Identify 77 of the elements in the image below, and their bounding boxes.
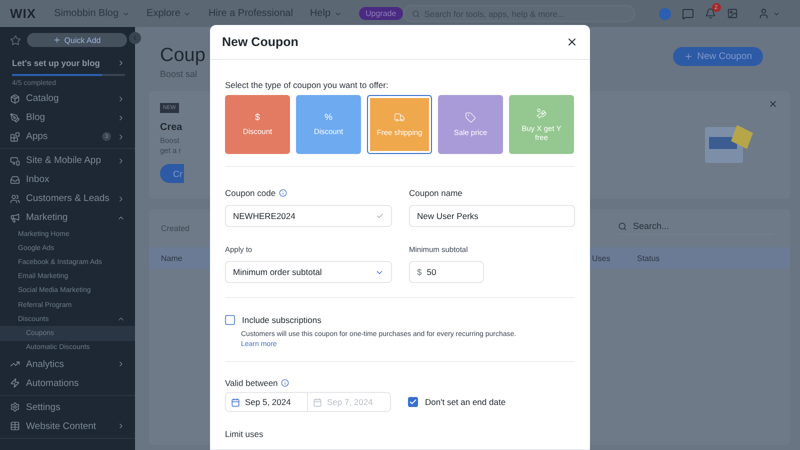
info-icon[interactable] xyxy=(278,189,287,197)
tag-icon xyxy=(465,112,476,123)
info-icon[interactable] xyxy=(280,379,289,387)
image-icon[interactable] xyxy=(726,8,738,19)
sidebar-item[interactable]: Website Content xyxy=(0,416,135,436)
sidebar-item[interactable]: Analytics xyxy=(0,354,135,374)
column-header: Uses xyxy=(592,254,612,262)
search-icon xyxy=(618,222,627,230)
sidebar-item-icon xyxy=(10,94,20,104)
start-date-field[interactable]: Sep 5, 2024 xyxy=(225,392,308,412)
field-label: Limit uses xyxy=(225,429,264,439)
bell-icon[interactable] xyxy=(704,8,716,19)
chevron-right-icon xyxy=(117,156,125,164)
end-date-field[interactable]: Sep 7, 2024 xyxy=(308,392,391,412)
sidebar-item-icon xyxy=(10,378,20,388)
minimum-subtotal-field[interactable]: $ 50 xyxy=(409,261,484,283)
chevron-right-icon xyxy=(117,422,125,430)
calendar-icon xyxy=(313,398,322,406)
sidebar-item[interactable]: Automations xyxy=(0,374,135,393)
search-icon xyxy=(412,10,420,18)
sidebar-item-icon xyxy=(10,112,20,122)
sidebar-item-icon xyxy=(10,212,20,222)
quick-add-button[interactable]: Quick Add xyxy=(27,33,127,47)
chevron-right-icon xyxy=(117,360,125,368)
sidebar-item[interactable]: Blog xyxy=(0,108,135,127)
field-label: Coupon name xyxy=(409,188,462,198)
sidebar-item[interactable]: Settings xyxy=(0,398,135,417)
plus-icon xyxy=(53,36,62,44)
sidebar-item-icon xyxy=(10,174,20,184)
chevron-right-icon xyxy=(117,94,125,102)
collapse-button[interactable] xyxy=(129,32,141,44)
setup-title[interactable]: Let's set up your blog xyxy=(12,58,100,68)
hand-coin-icon xyxy=(536,108,547,118)
coupon-name-field[interactable]: New User Perks xyxy=(409,205,575,227)
truck-icon xyxy=(394,112,405,123)
chevron-left-icon xyxy=(131,34,139,42)
new-coupon-button[interactable]: New Coupon xyxy=(673,47,763,66)
calendar-icon xyxy=(231,398,240,406)
chevron-right-icon xyxy=(117,132,125,140)
upgrade-button[interactable]: Upgrade xyxy=(358,7,404,20)
sidebar-item-icon xyxy=(10,421,20,432)
apply-to-dropdown[interactable]: Minimum order subtotal xyxy=(225,261,392,283)
plus-icon xyxy=(684,52,694,61)
close-icon[interactable] xyxy=(566,36,578,48)
sidebar-item-icon xyxy=(10,359,20,370)
chevron-right-icon xyxy=(117,114,125,122)
column-header: Name xyxy=(161,254,184,262)
star-icon[interactable] xyxy=(10,34,21,46)
sidebar-item-icon xyxy=(10,194,20,204)
checkbox[interactable] xyxy=(225,315,235,325)
dialog-title: New Coupon xyxy=(222,35,298,49)
coupon-code-field[interactable]: NEWHERE2024 xyxy=(225,205,392,227)
chevron-right-icon xyxy=(117,194,125,202)
sidebar-item-icon xyxy=(10,402,20,412)
chevron-right-icon xyxy=(117,59,125,67)
checkbox-label: Don't set an end date xyxy=(425,397,506,407)
wix-logo[interactable]: WIX xyxy=(10,6,36,21)
page-title: Coup xyxy=(160,45,206,67)
sidebar-item[interactable]: Customers & Leads xyxy=(0,189,135,208)
checkbox-label: Include subscriptions xyxy=(242,315,322,325)
checkbox[interactable] xyxy=(408,397,418,407)
sidebar-item[interactable]: Catalog xyxy=(0,89,135,108)
table-search-field[interactable]: Search... xyxy=(618,221,773,235)
sidebar-item-icon xyxy=(10,132,20,142)
type-prompt: Select the type of coupon you want to offer: xyxy=(225,80,390,90)
check-icon xyxy=(376,212,384,220)
field-label: Valid between xyxy=(225,378,575,388)
field-label: Coupon code xyxy=(225,188,287,198)
banner-button[interactable]: Cr xyxy=(160,164,184,183)
sidebar-item[interactable]: Inbox xyxy=(0,170,135,189)
column-header: Status xyxy=(637,254,660,262)
banner-title: Crea xyxy=(160,122,184,133)
sidebar-item-icon xyxy=(10,156,20,166)
sidebar-item[interactable]: Marketing xyxy=(0,208,135,227)
chat-icon[interactable] xyxy=(682,8,694,20)
avatar-icon[interactable] xyxy=(758,7,769,20)
sidebar-item[interactable]: Site & Mobile App xyxy=(0,151,135,170)
